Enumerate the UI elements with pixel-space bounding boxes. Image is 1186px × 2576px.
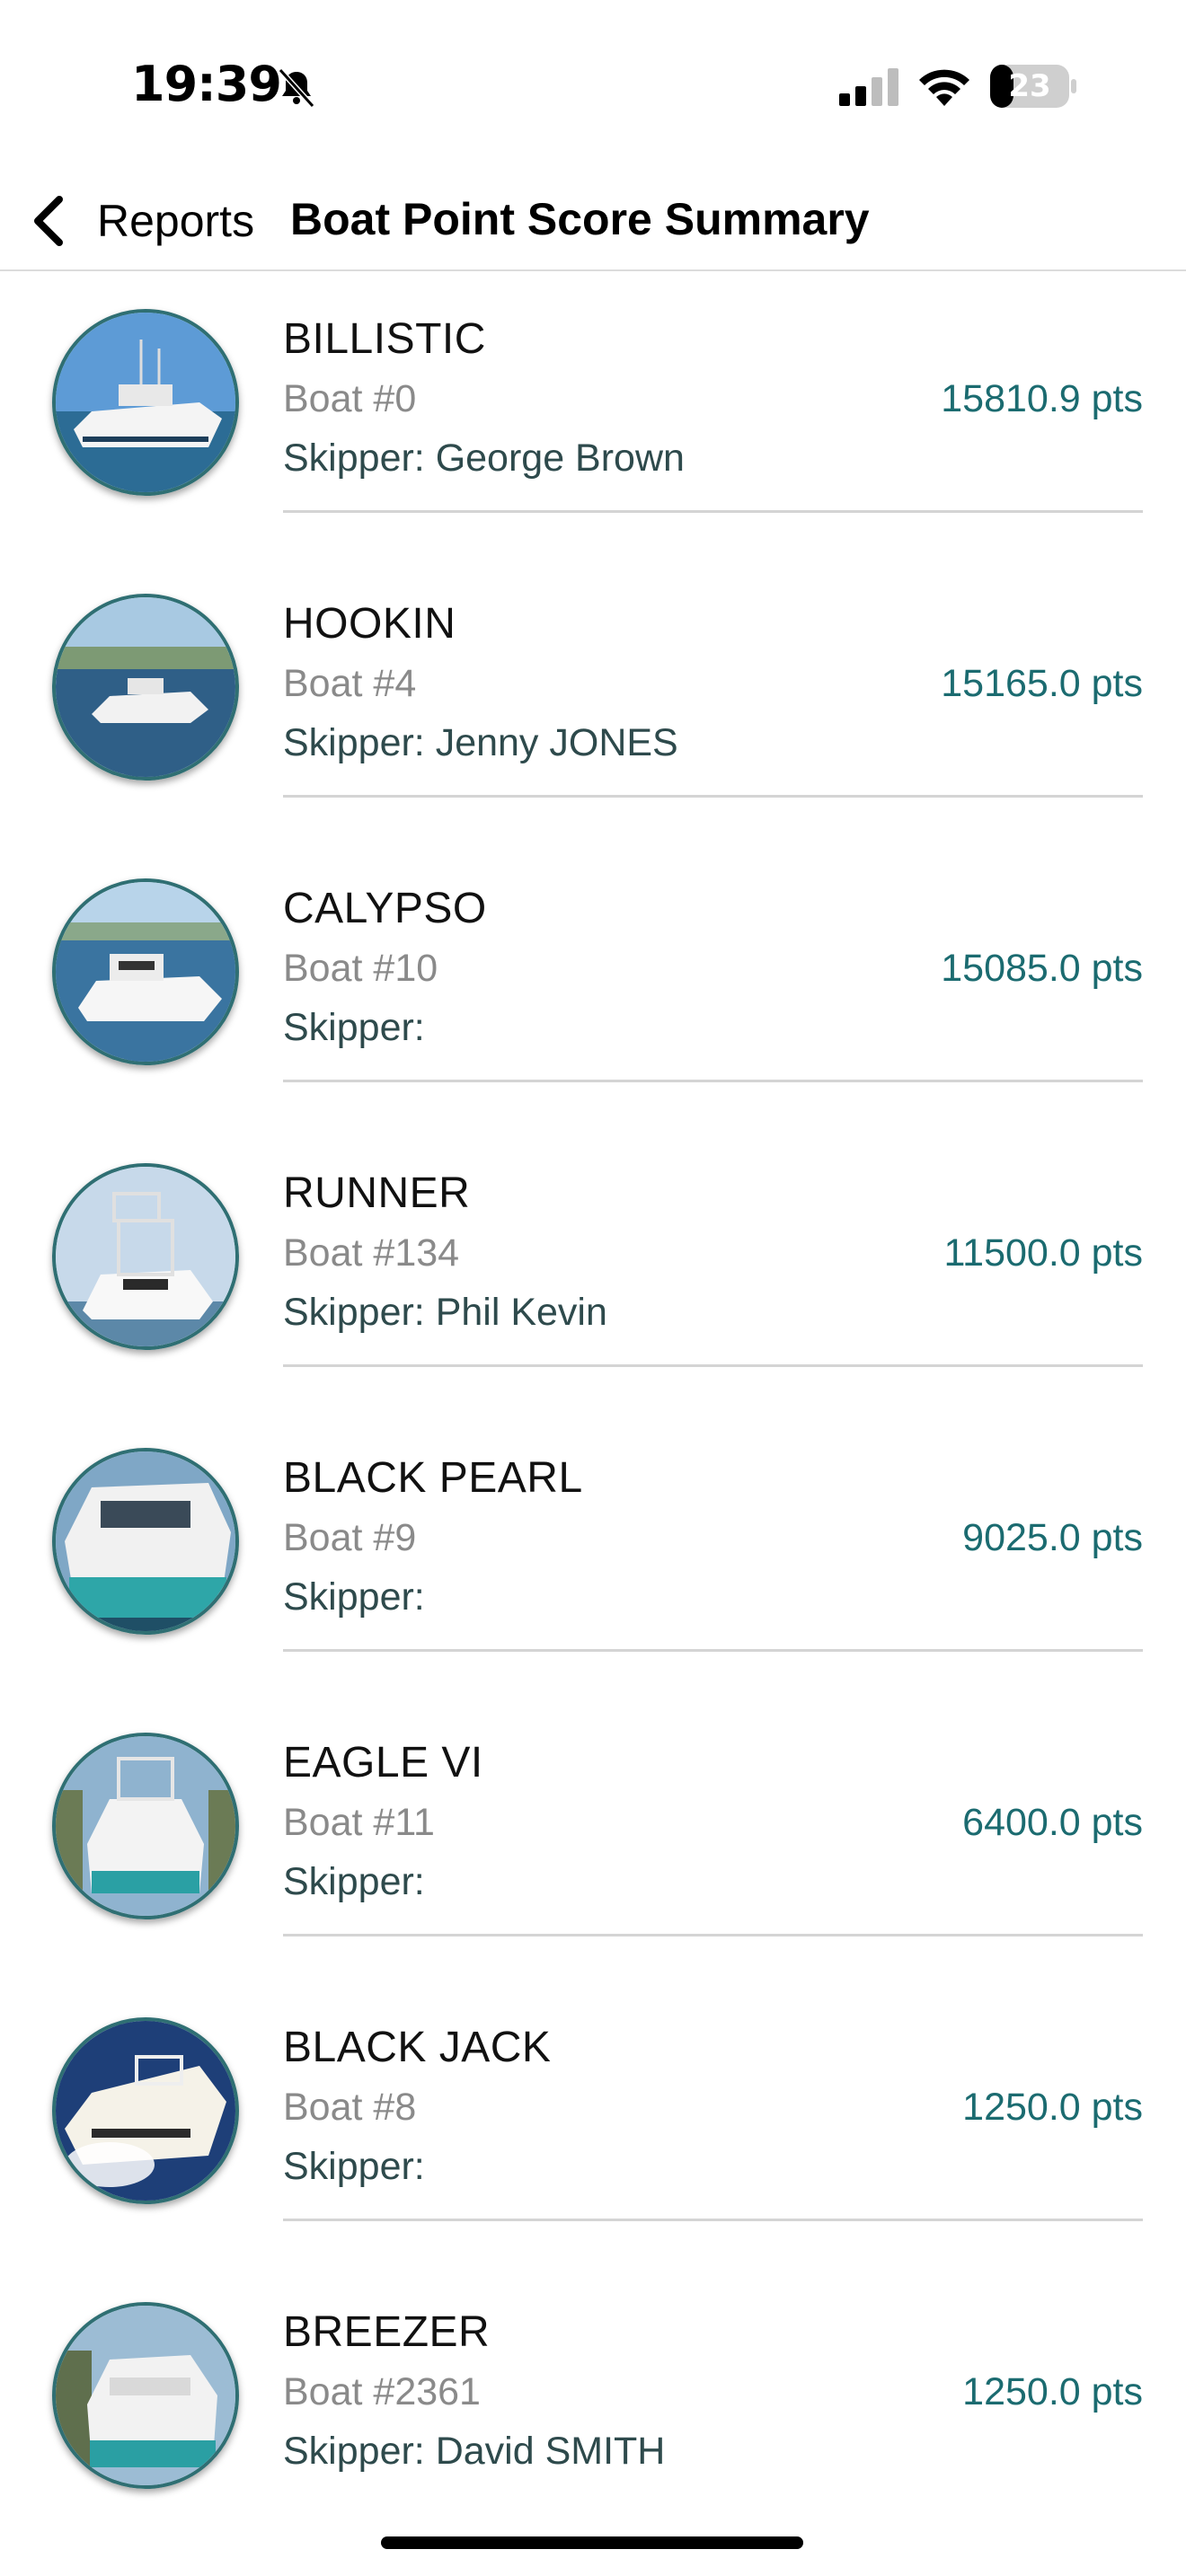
battery-level: 23 — [1008, 68, 1051, 104]
row-divider — [283, 2219, 1143, 2221]
boat-number: Boat #2361 — [283, 2370, 481, 2413]
list-item[interactable]: BREEZER Boat #2361 Skipper: David SMITH … — [0, 2264, 1186, 2549]
cellular-signal-icon — [839, 68, 898, 106]
status-bar: 19:39 23 — [0, 0, 1186, 171]
boat-name: HOOKIN — [283, 600, 456, 648]
row-divider — [283, 1080, 1143, 1082]
boat-name: RUNNER — [283, 1169, 471, 1217]
boat-number: Boat #4 — [283, 662, 417, 705]
boat-name: BLACK PEARL — [283, 1454, 583, 1502]
boat-name: BILLISTIC — [283, 315, 486, 363]
boat-number: Boat #0 — [283, 377, 417, 420]
boat-name: BREEZER — [283, 2308, 491, 2356]
boat-skipper: Skipper: — [283, 1860, 425, 1903]
boat-skipper: Skipper: David SMITH — [283, 2430, 666, 2473]
list-item[interactable]: RUNNER Boat #134 Skipper: Phil Kevin 115… — [0, 1125, 1186, 1410]
boat-number: Boat #8 — [283, 2086, 417, 2129]
boat-number: Boat #11 — [283, 1801, 435, 1844]
boat-photo — [52, 1163, 239, 1350]
back-label: Reports — [97, 196, 255, 246]
boat-points: 11500.0 pts — [943, 1231, 1143, 1275]
boat-photo — [52, 309, 239, 496]
boat-skipper: Skipper: — [283, 1006, 425, 1049]
boat-number: Boat #134 — [283, 1231, 460, 1275]
wifi-icon — [919, 69, 969, 106]
row-divider — [283, 510, 1143, 513]
boat-points: 9025.0 pts — [962, 1516, 1143, 1559]
row-divider — [283, 795, 1143, 798]
list-item[interactable]: BILLISTIC Boat #0 Skipper: George Brown … — [0, 271, 1186, 556]
back-button[interactable]: Reports — [29, 187, 254, 255]
row-divider — [283, 1649, 1143, 1652]
list-item[interactable]: BLACK PEARL Boat #9 Skipper: 9025.0 pts — [0, 1410, 1186, 1695]
boat-points: 15085.0 pts — [941, 947, 1143, 990]
home-indicator — [381, 2536, 803, 2549]
boat-photo — [52, 594, 239, 781]
bell-muted-icon — [278, 67, 315, 109]
boat-skipper: Skipper: Jenny JONES — [283, 721, 678, 764]
list-item[interactable]: HOOKIN Boat #4 Skipper: Jenny JONES 1516… — [0, 556, 1186, 841]
boat-name: BLACK JACK — [283, 2024, 552, 2071]
chevron-left-icon — [34, 196, 63, 246]
boat-skipper: Skipper: Phil Kevin — [283, 1291, 607, 1334]
boat-number: Boat #9 — [283, 1516, 417, 1559]
row-divider — [283, 1934, 1143, 1936]
boat-photo — [52, 878, 239, 1065]
boat-number: Boat #10 — [283, 947, 438, 990]
boat-points: 1250.0 pts — [962, 2086, 1143, 2129]
list-item[interactable]: EAGLE VI Boat #11 Skipper: 6400.0 pts — [0, 1695, 1186, 1980]
boat-name: EAGLE VI — [283, 1739, 483, 1786]
boat-name: CALYPSO — [283, 885, 487, 932]
status-time: 19:39 — [131, 56, 282, 112]
page-title: Boat Point Score Summary — [290, 194, 870, 244]
boat-points: 15165.0 pts — [941, 662, 1143, 705]
boat-photo — [52, 2302, 239, 2489]
boat-photo — [52, 2017, 239, 2204]
boat-skipper: Skipper: — [283, 1575, 425, 1619]
boat-photo — [52, 1733, 239, 1919]
nav-bar: Reports Boat Point Score Summary — [0, 171, 1186, 271]
list-item[interactable]: BLACK JACK Boat #8 Skipper: 1250.0 pts — [0, 1980, 1186, 2264]
list-item[interactable]: CALYPSO Boat #10 Skipper: 15085.0 pts — [0, 841, 1186, 1125]
boat-photo — [52, 1448, 239, 1635]
boat-skipper: Skipper: — [283, 2145, 425, 2188]
boat-points: 6400.0 pts — [962, 1801, 1143, 1844]
boat-points: 1250.0 pts — [962, 2370, 1143, 2413]
row-divider — [283, 1364, 1143, 1367]
boat-points: 15810.9 pts — [941, 377, 1143, 420]
boat-list: BILLISTIC Boat #0 Skipper: George Brown … — [0, 271, 1186, 2549]
boat-skipper: Skipper: George Brown — [283, 437, 685, 480]
